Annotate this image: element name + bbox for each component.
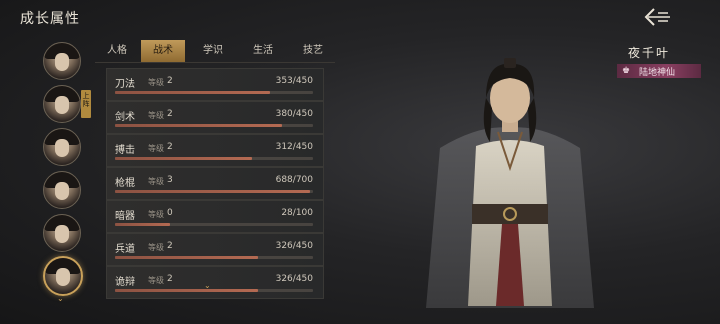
roster-scroll-down-icon[interactable]: ⌄ — [57, 294, 64, 303]
avatar-face — [55, 96, 69, 114]
skill-level-value: 0 — [167, 208, 173, 218]
crown-icon: ♚ — [622, 66, 631, 76]
skill-name: 暗器 — [115, 211, 135, 222]
tab-life[interactable]: 生活 — [241, 40, 285, 62]
skill-name: 刀法 — [115, 79, 135, 90]
skill-progress-text: 326/450 — [275, 274, 313, 284]
skill-name: 兵道 — [115, 244, 135, 255]
avatar-face — [55, 225, 69, 243]
skill-level-value: 2 — [167, 241, 173, 251]
tab-personality[interactable]: 人格 — [95, 40, 139, 62]
skill-level-label: 等级 — [148, 78, 164, 87]
skill-level-label: 等级 — [148, 177, 164, 186]
avatar-face — [55, 139, 69, 157]
skill-level-label: 等级 — [148, 243, 164, 252]
skill-level-label: 等级 — [148, 111, 164, 120]
avatar-face — [55, 182, 69, 200]
skill-progress-text: 688/700 — [275, 175, 313, 185]
skill-name: 诡辩 — [115, 277, 135, 288]
skill-progress-fill — [115, 157, 253, 160]
character-title-plate: ♚ 陆地神仙 — [617, 64, 701, 78]
roster-avatar-5[interactable] — [43, 214, 81, 252]
deployed-badge: 上阵 — [81, 90, 91, 118]
skill-name: 搏击 — [115, 145, 135, 156]
skill-row: 枪棍 等级 3 688/700 — [106, 167, 324, 200]
skill-progress-fill — [115, 124, 283, 127]
skill-level-value: 2 — [167, 109, 173, 119]
roster-avatar-4[interactable] — [43, 171, 81, 209]
skill-progress-fill — [115, 223, 171, 226]
skill-progress-bar — [115, 256, 313, 259]
back-arrow-icon — [644, 8, 670, 26]
skill-row: 搏击 等级 2 312/450 — [106, 134, 324, 167]
skill-row: 刀法 等级 2 353/450 — [106, 68, 324, 101]
skill-progress-fill — [115, 190, 310, 193]
skill-list[interactable]: 刀法 等级 2 353/450 剑术 等级 2 380/450 搏击 等级 2 … — [106, 68, 324, 324]
skill-level-label: 等级 — [148, 144, 164, 153]
skill-level-value: 2 — [167, 76, 173, 86]
back-button[interactable] — [644, 7, 672, 27]
tab-knowledge[interactable]: 学识 — [191, 40, 235, 62]
skill-progress-bar — [115, 289, 313, 292]
skill-progress-bar — [115, 124, 313, 127]
skill-level-value: 2 — [167, 274, 173, 284]
tab-tactics[interactable]: 战术 — [141, 40, 185, 62]
skill-level-label: 等级 — [148, 210, 164, 219]
skill-name: 剑术 — [115, 112, 135, 123]
character-title: 陆地神仙 — [639, 68, 676, 78]
skill-name: 枪棍 — [115, 178, 135, 189]
roster-avatar-1[interactable] — [43, 42, 81, 80]
top-bar: 成长属性 — [0, 0, 720, 34]
skill-progress-text: 380/450 — [275, 109, 313, 119]
skill-row: 剑术 等级 2 380/450 — [106, 101, 324, 134]
skill-progress-text: 28/100 — [281, 208, 313, 218]
roster-column: 上阵 ⌄ — [40, 38, 91, 308]
roster-avatar-3[interactable] — [43, 128, 81, 166]
skill-level-value: 3 — [167, 175, 173, 185]
character-portrait — [426, 58, 594, 308]
skill-progress-bar — [115, 91, 313, 94]
roster-avatar-6-selected[interactable] — [43, 256, 83, 296]
tab-craft[interactable]: 技艺 — [291, 40, 335, 62]
avatar-face — [56, 268, 70, 286]
skill-progress-text: 312/450 — [275, 142, 313, 152]
skill-row: 诡辩 等级 2 326/450 — [106, 266, 324, 299]
skill-progress-fill — [115, 289, 259, 292]
skill-progress-fill — [115, 256, 259, 259]
category-tabs: 人格 战术 学识 生活 技艺 — [95, 40, 335, 63]
roster-avatar-2[interactable] — [43, 85, 81, 123]
skill-row: 暗器 等级 0 28/100 — [106, 200, 324, 233]
avatar-face — [55, 53, 69, 71]
page-title: 成长属性 — [20, 11, 80, 27]
skill-progress-bar — [115, 157, 313, 160]
character-name: 夜千叶 — [628, 46, 671, 60]
skill-progress-text: 326/450 — [275, 241, 313, 251]
skill-level-label: 等级 — [148, 276, 164, 285]
skill-progress-bar — [115, 190, 313, 193]
skill-level-value: 2 — [167, 142, 173, 152]
skill-progress-fill — [115, 91, 271, 94]
skill-list-scroll-down-icon[interactable]: ⌄ — [204, 281, 211, 290]
skill-row: 兵道 等级 2 326/450 — [106, 233, 324, 266]
skill-progress-bar — [115, 223, 313, 226]
skill-progress-text: 353/450 — [275, 76, 313, 86]
